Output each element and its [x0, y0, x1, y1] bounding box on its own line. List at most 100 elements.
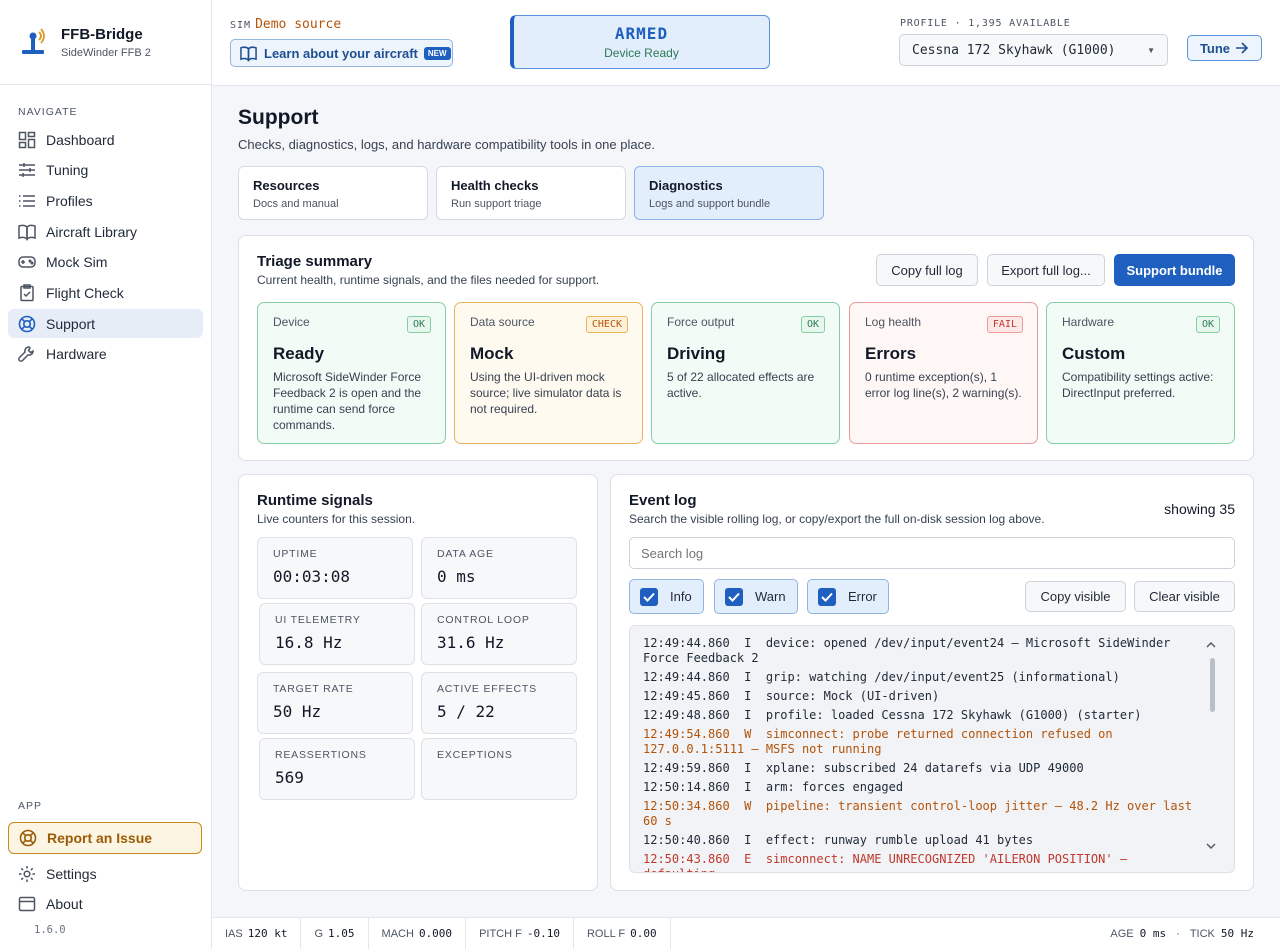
status-badge: OK	[1195, 316, 1220, 333]
learn-aircraft-button[interactable]: Learn about your aircraft NEW	[230, 39, 453, 67]
footer-right: AGE 0 ms · TICK 50 Hz	[1110, 927, 1280, 940]
signal-label: TARGET RATE	[273, 683, 354, 695]
triage-card-value: Mock	[470, 344, 514, 363]
footer-label: MACH	[381, 927, 414, 940]
sidebar: FFB-Bridge SideWinder FFB 2 NAVIGATE Das…	[0, 0, 212, 949]
log-scrollbar-thumb[interactable]	[1210, 658, 1215, 712]
runtime-subtitle: Live counters for this session.	[257, 512, 416, 526]
tab-title: Health checks	[451, 178, 539, 193]
nav-item-flight-check[interactable]: Flight Check	[8, 278, 203, 307]
telemetry-footer: IAS 120 kt G 1.05 MACH 0.000 PITCH F -0.10 R…	[212, 917, 1280, 949]
nav-item-dashboard[interactable]: Dashboard	[8, 125, 203, 154]
nav-item-tuning[interactable]: Tuning	[8, 155, 203, 184]
checkbox-checked-icon	[640, 587, 658, 606]
filter-label: Warn	[755, 589, 786, 604]
signal-label: REASSERTIONS	[275, 749, 367, 761]
log-search-input[interactable]	[629, 537, 1235, 569]
triage-card-hardware: Hardware OK Custom Compatibility settings a…	[1046, 302, 1235, 444]
sim-value: Demo source	[255, 17, 342, 32]
sim-label: SIM	[230, 20, 252, 31]
app-heading: APP	[18, 800, 43, 812]
filter-error-toggle[interactable]: Error	[807, 579, 889, 614]
nav-item-label: Support	[46, 315, 96, 332]
triage-card-value: Driving	[667, 344, 726, 363]
dashboard-icon	[18, 131, 36, 148]
main-content: Support Checks, diagnostics, logs, and h…	[212, 86, 1280, 917]
signal-label: UPTIME	[273, 548, 318, 560]
signal-exceptions: EXCEPTIONS	[421, 738, 577, 800]
device-name: SideWinder FFB 2	[61, 46, 151, 59]
nav-item-mock-sim[interactable]: Mock Sim	[8, 247, 203, 276]
footer-roll: ROLL F 0.00	[574, 917, 671, 949]
brand-header: FFB-Bridge SideWinder FFB 2	[0, 0, 211, 85]
copy-full-log-button[interactable]: Copy full log	[876, 254, 978, 286]
nav-item-profiles[interactable]: Profiles	[8, 186, 203, 215]
export-full-log-button[interactable]: Export full log...	[987, 254, 1105, 286]
footer-label: IAS	[225, 927, 243, 940]
signal-value: 16.8 Hz	[275, 633, 343, 652]
triage-subtitle: Current health, runtime signals, and the…	[257, 273, 600, 287]
page-subtitle: Checks, diagnostics, logs, and hardware …	[238, 137, 655, 152]
report-issue-button[interactable]: Report an Issue	[8, 822, 202, 854]
log-line: 12:49:44.860 I grip: watching /dev/input…	[643, 670, 1120, 684]
tab-resources[interactable]: Resources Docs and manual	[238, 166, 428, 220]
triage-card-desc: 0 runtime exception(s), 1 error log line…	[865, 370, 1022, 400]
report-issue-label: Report an Issue	[47, 830, 153, 846]
filter-warn-toggle[interactable]: Warn	[714, 579, 798, 614]
triage-card-desc: Microsoft SideWinder Force Feedback 2 is…	[273, 370, 422, 432]
chevron-up-icon[interactable]	[1206, 641, 1216, 648]
filter-label: Error	[848, 589, 877, 604]
book-icon	[18, 224, 36, 241]
log-line-warning: 12:50:34.860 W pipeline: transient contr…	[643, 799, 1200, 828]
profile-select[interactable]: Cessna 172 Skyhawk (G1000) ▼	[899, 34, 1168, 66]
runtime-title: Runtime signals	[257, 492, 373, 509]
clear-visible-button[interactable]: Clear visible	[1134, 581, 1235, 612]
signal-value: 00:03:08	[273, 567, 351, 586]
log-line: 12:50:14.860 I arm: forces engaged	[643, 780, 904, 794]
separator-dot: ·	[1176, 927, 1180, 940]
log-line-warning: 12:49:54.860 W simconnect: probe returne…	[643, 727, 1120, 756]
tab-health-checks[interactable]: Health checks Run support triage	[436, 166, 626, 220]
signal-target-rate: TARGET RATE 50 Hz	[257, 672, 413, 734]
nav-item-settings[interactable]: Settings	[8, 859, 203, 888]
triage-card-desc: Compatibility settings active: DirectInp…	[1062, 370, 1214, 400]
triage-card-data-source: Data source CHECK Mock Using the UI-driven …	[454, 302, 643, 444]
nav-item-label: Aircraft Library	[46, 223, 138, 240]
signal-value: 5 / 22	[437, 702, 495, 721]
page-title: Support	[238, 106, 319, 129]
list-icon	[19, 194, 35, 207]
nav-item-hardware[interactable]: Hardware	[8, 339, 203, 368]
triage-card-value: Ready	[273, 344, 325, 363]
nav-item-support[interactable]: Support	[8, 309, 203, 338]
lifebuoy-icon	[18, 315, 36, 332]
footer-value: 1.05	[328, 927, 355, 940]
clipboard-check-icon	[20, 283, 34, 301]
lifebuoy-icon	[19, 829, 37, 847]
tab-diagnostics[interactable]: Diagnostics Logs and support bundle	[634, 166, 824, 220]
filter-info-toggle[interactable]: Info	[629, 579, 704, 614]
signal-active-effects: ACTIVE EFFECTS 5 / 22	[421, 672, 577, 734]
log-count: showing 35	[1164, 501, 1235, 517]
support-bundle-button[interactable]: Support bundle	[1114, 254, 1235, 286]
nav-item-aircraft-library[interactable]: Aircraft Library	[8, 217, 203, 246]
signal-value: 50 Hz	[273, 702, 322, 721]
tune-button[interactable]: Tune	[1187, 35, 1262, 61]
tab-title: Resources	[253, 178, 320, 193]
tab-subtitle: Run support triage	[451, 198, 542, 210]
nav-item-label: Settings	[46, 865, 97, 882]
armed-label: ARMED	[614, 24, 669, 43]
footer-value: -0.10	[526, 927, 560, 940]
copy-visible-button[interactable]: Copy visible	[1025, 581, 1126, 612]
footer-pitch: PITCH F -0.10	[466, 917, 574, 949]
arrow-right-icon	[1236, 42, 1249, 54]
triage-title: Triage summary	[257, 253, 373, 270]
log-line: 12:49:59.860 I xplane: subscribed 24 dat…	[643, 761, 1084, 775]
signal-value: 0 ms	[437, 567, 476, 586]
nav-item-label: Mock Sim	[46, 253, 108, 270]
event-log-card: Event log Search the visible rolling log…	[610, 474, 1254, 891]
log-line: 12:49:48.860 I profile: loaded Cessna 17…	[643, 708, 1142, 722]
chevron-down-icon[interactable]	[1206, 843, 1216, 850]
new-badge: NEW	[423, 46, 451, 60]
nav-item-about[interactable]: About	[8, 889, 203, 918]
log-viewer[interactable]: 12:49:44.860 I device: opened /dev/input…	[629, 625, 1235, 873]
